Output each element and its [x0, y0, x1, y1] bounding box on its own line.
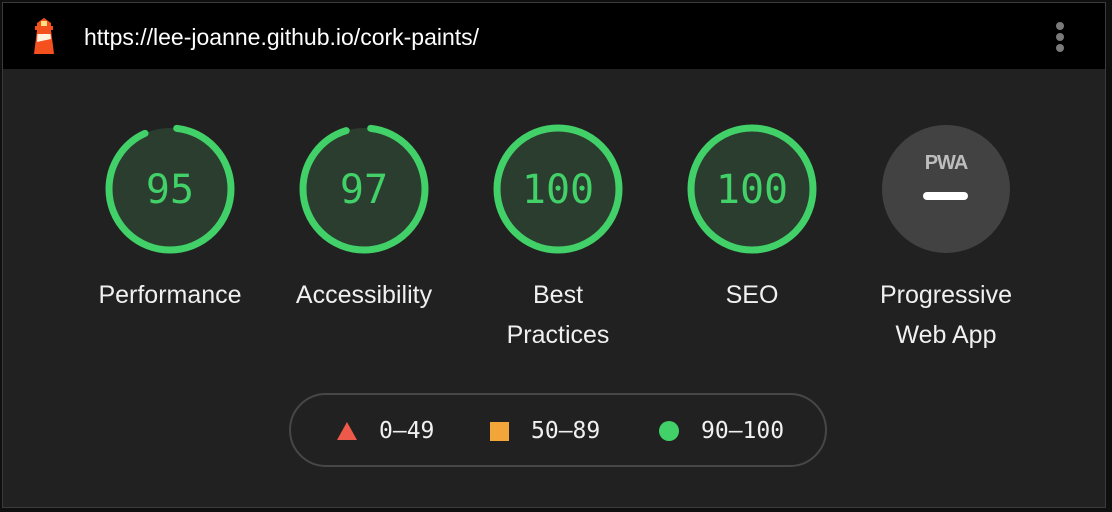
gauge-label: Accessibility	[295, 281, 433, 309]
legend-range: 50–89	[531, 418, 601, 444]
gauge-accessibility[interactable]: 97 Accessibility	[274, 123, 454, 315]
legend-item-fail: 0–49	[337, 417, 434, 445]
lighthouse-logo-icon	[34, 18, 54, 54]
gauge-performance[interactable]: 95 Performance	[80, 123, 260, 315]
gauge-score: 95	[146, 167, 194, 213]
gauge-label: Best Practices	[506, 281, 610, 349]
legend-item-average: 50–89	[490, 417, 600, 445]
pwa-badge-text: PWA	[925, 152, 968, 174]
circle-icon	[659, 421, 679, 441]
more-vertical-icon[interactable]	[1050, 21, 1070, 53]
legend-range: 0–49	[379, 418, 435, 444]
gauge-ring: 95	[105, 124, 235, 254]
gauge-label: SEO	[725, 281, 779, 309]
square-icon	[490, 421, 509, 441]
gauge-ring: 97	[299, 124, 429, 254]
gauge-best-practices[interactable]: 100 Best Practices	[468, 123, 648, 355]
gauge-seo[interactable]: 100 SEO	[662, 123, 842, 315]
gauge-pwa[interactable]: PWA Progressive Web App	[856, 123, 1036, 355]
triangle-icon	[337, 422, 357, 440]
gauge-label: Progressive Web App	[880, 281, 1012, 349]
legend-range: 90–100	[701, 418, 785, 444]
gauge-score: 100	[522, 167, 594, 213]
gauge-label: Performance	[98, 281, 242, 309]
gauge-ring: 100	[493, 124, 623, 254]
report-card: https://lee-joanne.github.io/cork-paints…	[2, 2, 1106, 508]
score-legend: 0–49 50–89 90–100	[289, 393, 827, 467]
legend-item-pass: 90–100	[659, 417, 784, 445]
gauge-ring: 100	[687, 124, 817, 254]
report-header: https://lee-joanne.github.io/cork-paints…	[3, 3, 1105, 69]
gauge-score: 100	[716, 167, 788, 213]
pwa-dash-icon	[923, 192, 968, 200]
gauge-score: 97	[340, 167, 388, 213]
report-url[interactable]: https://lee-joanne.github.io/cork-paints…	[84, 23, 479, 51]
pwa-badge-icon: PWA	[882, 125, 1010, 253]
